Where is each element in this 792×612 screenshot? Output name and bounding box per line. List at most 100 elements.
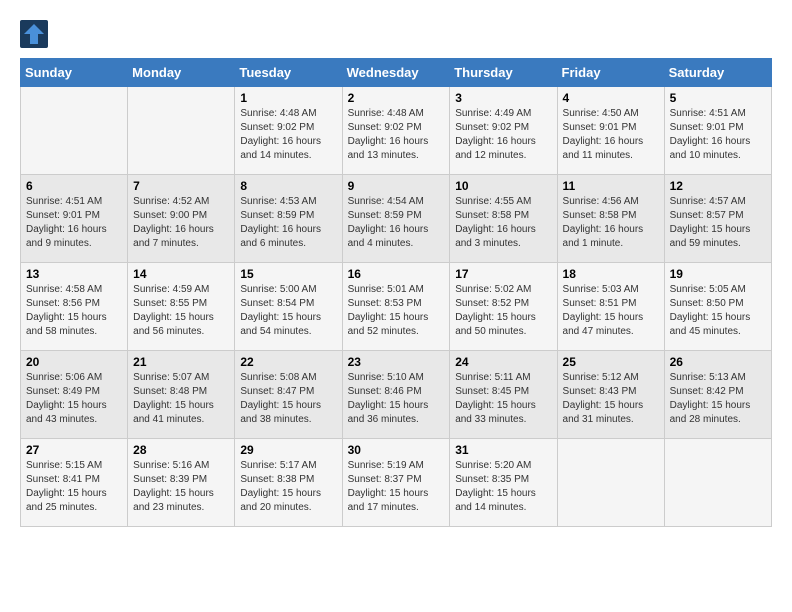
day-detail: Sunrise: 5:07 AM Sunset: 8:48 PM Dayligh… (133, 371, 229, 427)
day-number: 24 (455, 355, 551, 369)
day-detail: Sunrise: 5:15 AM Sunset: 8:41 PM Dayligh… (26, 459, 122, 515)
day-number: 12 (670, 179, 766, 193)
day-detail: Sunrise: 5:08 AM Sunset: 8:47 PM Dayligh… (240, 371, 336, 427)
day-number: 4 (563, 91, 659, 105)
day-number: 26 (670, 355, 766, 369)
day-number: 25 (563, 355, 659, 369)
day-number: 10 (455, 179, 551, 193)
header-wednesday: Wednesday (342, 59, 450, 87)
day-number: 16 (348, 267, 445, 281)
day-detail: Sunrise: 4:57 AM Sunset: 8:57 PM Dayligh… (670, 195, 766, 251)
calendar-cell: 6 Sunrise: 4:51 AM Sunset: 9:01 PM Daylig… (21, 175, 128, 263)
day-detail: Sunrise: 5:20 AM Sunset: 8:35 PM Dayligh… (455, 459, 551, 515)
header-saturday: Saturday (664, 59, 771, 87)
day-detail: Sunrise: 5:02 AM Sunset: 8:52 PM Dayligh… (455, 283, 551, 339)
day-detail: Sunrise: 4:55 AM Sunset: 8:58 PM Dayligh… (455, 195, 551, 251)
day-detail: Sunrise: 5:03 AM Sunset: 8:51 PM Dayligh… (563, 283, 659, 339)
calendar-cell: 27 Sunrise: 5:15 AM Sunset: 8:41 PM Dayli… (21, 439, 128, 527)
calendar-cell: 31 Sunrise: 5:20 AM Sunset: 8:35 PM Dayli… (450, 439, 557, 527)
day-detail: Sunrise: 4:53 AM Sunset: 8:59 PM Dayligh… (240, 195, 336, 251)
calendar-cell: 12 Sunrise: 4:57 AM Sunset: 8:57 PM Dayli… (664, 175, 771, 263)
calendar-table: SundayMondayTuesdayWednesdayThursdayFrid… (20, 58, 772, 527)
day-number: 30 (348, 443, 445, 457)
day-number: 22 (240, 355, 336, 369)
calendar-header-row: SundayMondayTuesdayWednesdayThursdayFrid… (21, 59, 772, 87)
calendar-cell: 25 Sunrise: 5:12 AM Sunset: 8:43 PM Dayli… (557, 351, 664, 439)
day-number: 27 (26, 443, 122, 457)
calendar-cell (128, 87, 235, 175)
calendar-cell: 29Sunrise: 5:17 AM Sunset: 8:38 PM Dayli… (235, 439, 342, 527)
day-detail: Sunrise: 4:59 AM Sunset: 8:55 PM Dayligh… (133, 283, 229, 339)
day-detail: Sunrise: 4:49 AM Sunset: 9:02 PM Dayligh… (455, 107, 551, 163)
day-detail: Sunrise: 5:06 AM Sunset: 8:49 PM Dayligh… (26, 371, 122, 427)
calendar-week-4: 20 Sunrise: 5:06 AM Sunset: 8:49 PM Dayli… (21, 351, 772, 439)
day-number: 6 (26, 179, 122, 193)
calendar-cell: 8 Sunrise: 4:53 AM Sunset: 8:59 PM Daylig… (235, 175, 342, 263)
header-sunday: Sunday (21, 59, 128, 87)
calendar-cell: 7 Sunrise: 4:52 AM Sunset: 9:00 PM Daylig… (128, 175, 235, 263)
day-detail: Sunrise: 5:19 AM Sunset: 8:37 PM Dayligh… (348, 459, 445, 515)
day-number: 7 (133, 179, 229, 193)
calendar-week-1: 1Sunrise: 4:48 AM Sunset: 9:02 PM Daylig… (21, 87, 772, 175)
calendar-cell: 22 Sunrise: 5:08 AM Sunset: 8:47 PM Dayli… (235, 351, 342, 439)
calendar-cell: 11 Sunrise: 4:56 AM Sunset: 8:58 PM Dayli… (557, 175, 664, 263)
day-detail: Sunrise: 5:05 AM Sunset: 8:50 PM Dayligh… (670, 283, 766, 339)
page-header (20, 20, 772, 48)
calendar-cell: 1Sunrise: 4:48 AM Sunset: 9:02 PM Daylig… (235, 87, 342, 175)
calendar-week-5: 27 Sunrise: 5:15 AM Sunset: 8:41 PM Dayli… (21, 439, 772, 527)
day-number: 3 (455, 91, 551, 105)
day-number: 31 (455, 443, 551, 457)
day-number: 13 (26, 267, 122, 281)
calendar-cell: 15 Sunrise: 5:00 AM Sunset: 8:54 PM Dayli… (235, 263, 342, 351)
day-number: 23 (348, 355, 445, 369)
calendar-cell: 30 Sunrise: 5:19 AM Sunset: 8:37 PM Dayli… (342, 439, 450, 527)
day-detail: Sunrise: 4:50 AM Sunset: 9:01 PM Dayligh… (563, 107, 659, 163)
day-detail: Sunrise: 5:10 AM Sunset: 8:46 PM Dayligh… (348, 371, 445, 427)
calendar-cell: 16 Sunrise: 5:01 AM Sunset: 8:53 PM Dayli… (342, 263, 450, 351)
calendar-cell: 20 Sunrise: 5:06 AM Sunset: 8:49 PM Dayli… (21, 351, 128, 439)
day-number: 18 (563, 267, 659, 281)
calendar-cell: 28Sunrise: 5:16 AM Sunset: 8:39 PM Dayli… (128, 439, 235, 527)
calendar-cell: 13 Sunrise: 4:58 AM Sunset: 8:56 PM Dayli… (21, 263, 128, 351)
day-detail: Sunrise: 5:16 AM Sunset: 8:39 PM Dayligh… (133, 459, 229, 515)
day-detail: Sunrise: 5:12 AM Sunset: 8:43 PM Dayligh… (563, 371, 659, 427)
calendar-cell: 10 Sunrise: 4:55 AM Sunset: 8:58 PM Dayli… (450, 175, 557, 263)
calendar-cell: 14 Sunrise: 4:59 AM Sunset: 8:55 PM Dayli… (128, 263, 235, 351)
calendar-cell: 21 Sunrise: 5:07 AM Sunset: 8:48 PM Dayli… (128, 351, 235, 439)
header-monday: Monday (128, 59, 235, 87)
day-detail: Sunrise: 5:11 AM Sunset: 8:45 PM Dayligh… (455, 371, 551, 427)
day-number: 8 (240, 179, 336, 193)
day-detail: Sunrise: 4:48 AM Sunset: 9:02 PM Dayligh… (240, 107, 336, 163)
day-detail: Sunrise: 5:01 AM Sunset: 8:53 PM Dayligh… (348, 283, 445, 339)
day-number: 11 (563, 179, 659, 193)
logo-icon (20, 20, 48, 48)
calendar-cell (664, 439, 771, 527)
calendar-cell: 2 Sunrise: 4:48 AM Sunset: 9:02 PM Daylig… (342, 87, 450, 175)
header-friday: Friday (557, 59, 664, 87)
day-number: 15 (240, 267, 336, 281)
day-detail: Sunrise: 4:54 AM Sunset: 8:59 PM Dayligh… (348, 195, 445, 251)
header-tuesday: Tuesday (235, 59, 342, 87)
day-detail: Sunrise: 4:56 AM Sunset: 8:58 PM Dayligh… (563, 195, 659, 251)
day-number: 2 (348, 91, 445, 105)
day-detail: Sunrise: 4:58 AM Sunset: 8:56 PM Dayligh… (26, 283, 122, 339)
day-detail: Sunrise: 4:52 AM Sunset: 9:00 PM Dayligh… (133, 195, 229, 251)
calendar-cell: 9 Sunrise: 4:54 AM Sunset: 8:59 PM Daylig… (342, 175, 450, 263)
calendar-week-3: 13 Sunrise: 4:58 AM Sunset: 8:56 PM Dayli… (21, 263, 772, 351)
day-number: 21 (133, 355, 229, 369)
day-number: 20 (26, 355, 122, 369)
day-detail: Sunrise: 4:51 AM Sunset: 9:01 PM Dayligh… (670, 107, 766, 163)
day-number: 9 (348, 179, 445, 193)
day-detail: Sunrise: 4:48 AM Sunset: 9:02 PM Dayligh… (348, 107, 445, 163)
day-number: 14 (133, 267, 229, 281)
day-number: 5 (670, 91, 766, 105)
calendar-cell (557, 439, 664, 527)
day-detail: Sunrise: 4:51 AM Sunset: 9:01 PM Dayligh… (26, 195, 122, 251)
calendar-cell: 24 Sunrise: 5:11 AM Sunset: 8:45 PM Dayli… (450, 351, 557, 439)
calendar-cell (21, 87, 128, 175)
calendar-cell: 18 Sunrise: 5:03 AM Sunset: 8:51 PM Dayli… (557, 263, 664, 351)
logo (20, 20, 52, 48)
day-detail: Sunrise: 5:00 AM Sunset: 8:54 PM Dayligh… (240, 283, 336, 339)
calendar-cell: 5 Sunrise: 4:51 AM Sunset: 9:01 PM Daylig… (664, 87, 771, 175)
day-number: 19 (670, 267, 766, 281)
